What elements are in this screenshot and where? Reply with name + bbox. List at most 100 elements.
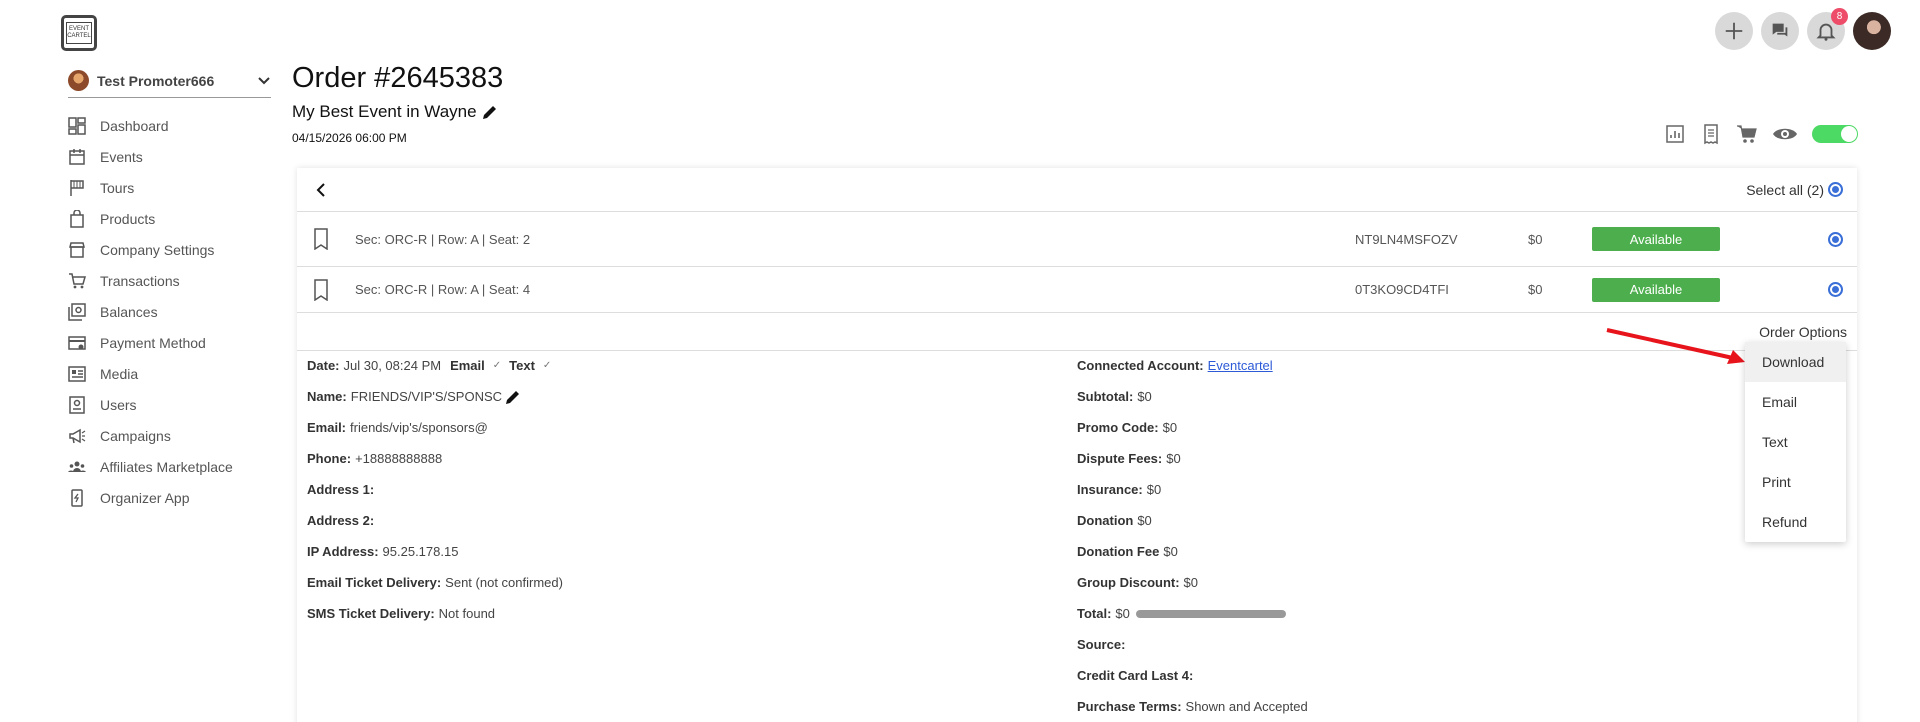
sidebar-item-label: Users [100, 396, 137, 413]
cart-icon [69, 272, 86, 288]
sidebar-item-label: Affiliates Marketplace [100, 458, 233, 475]
promoter-name: Test Promoter666 [97, 72, 215, 89]
select-all-radio[interactable] [1828, 182, 1843, 197]
sidebar-item-events[interactable]: Events [68, 141, 271, 172]
text-resend-link[interactable]: Text [509, 358, 535, 373]
email-row: Email: friends/vip's/sponsors@ [307, 412, 1067, 443]
pencil-icon[interactable] [504, 388, 522, 406]
sidebar-item-products[interactable]: Products [68, 203, 271, 234]
sidebar-item-tours[interactable]: Tours [68, 172, 271, 203]
sidebar-item-label: Tours [100, 179, 135, 196]
sidebar-item-label: Payment Method [100, 334, 206, 351]
logo[interactable]: EVENT CARTEL [61, 15, 97, 51]
total-label: Total: [1077, 606, 1112, 621]
donation-fee-row: Donation Fee $0 [1077, 536, 1677, 567]
group-discount-label: Group Discount: [1077, 575, 1180, 590]
select-all[interactable]: Select all (2) [1746, 182, 1843, 198]
donation-fee-label: Donation Fee [1077, 544, 1160, 559]
notifications-button[interactable]: 8 [1807, 8, 1848, 50]
account-link[interactable]: Eventcartel [1208, 358, 1273, 373]
sms-delivery-row: SMS Ticket Delivery: Not found [307, 598, 1067, 629]
plus-icon [1725, 22, 1743, 40]
sidebar-item-media[interactable]: Media [68, 358, 271, 389]
name-label: Name: [307, 389, 347, 404]
sidebar-item-users[interactable]: Users [68, 389, 271, 420]
total-row: Total: $0 [1077, 598, 1677, 629]
event-name-text: My Best Event in Wayne [292, 102, 477, 121]
subtotal-label: Subtotal: [1077, 389, 1134, 404]
sidebar-item-balances[interactable]: Balances [68, 296, 271, 327]
sidebar-item-label: Products [100, 210, 156, 227]
chevron-down-icon [258, 76, 270, 84]
subtotal-row: Subtotal: $0 [1077, 381, 1677, 412]
sms-delivery-label: SMS Ticket Delivery: [307, 606, 435, 621]
ticket-code: NT9LN4MSFOZV [1355, 231, 1458, 247]
insurance-value: $0 [1146, 482, 1162, 497]
store-icon [69, 241, 85, 258]
phone-label: Phone: [307, 451, 352, 466]
dispute-value: $0 [1166, 451, 1181, 466]
sidebar-item-dashboard[interactable]: Dashboard [68, 110, 271, 141]
flag-icon [70, 179, 84, 196]
source-row: Source: [1077, 629, 1677, 660]
cart-icon[interactable] [1736, 123, 1758, 145]
subtotal-value: $0 [1137, 389, 1152, 404]
megaphone-icon [69, 428, 86, 443]
terms-label: Purchase Terms: [1077, 699, 1182, 714]
promo-row: Promo Code: $0 [1077, 412, 1677, 443]
date-value: Jul 30, 08:24 PM [343, 358, 442, 373]
promoter-selector[interactable]: Test Promoter666 [68, 68, 271, 98]
donation-value: $0 [1137, 513, 1152, 528]
menu-item-refund[interactable]: Refund [1745, 502, 1846, 542]
menu-item-print[interactable]: Print [1745, 462, 1846, 502]
status-badge: Available [1592, 277, 1720, 302]
menu-item-email[interactable]: Email [1745, 382, 1846, 422]
user-icon [69, 395, 85, 414]
pencil-icon[interactable] [481, 103, 499, 121]
sms-delivery-value: Not found [438, 606, 496, 621]
logo-text: EVENT CARTEL [66, 22, 92, 44]
menu-item-text[interactable]: Text [1745, 422, 1846, 462]
ip-row: IP Address: 95.25.178.15 [307, 536, 1067, 567]
date-label: Date: [307, 358, 340, 373]
sidebar: Test Promoter666 Dashboard Events Tours … [68, 68, 271, 513]
email-label: Email: [307, 420, 347, 435]
ticket-price: $0 [1528, 282, 1543, 297]
annotation-arrow [1606, 328, 1745, 364]
ticket-select-radio[interactable] [1828, 282, 1843, 297]
phone-row: Phone: +18888888888 [307, 443, 1067, 474]
sidebar-item-transactions[interactable]: Transactions [68, 265, 271, 296]
sidebar-item-payment-method[interactable]: Payment Method [68, 327, 271, 358]
payment-details: Connected Account: Eventcartel Subtotal:… [1077, 350, 1677, 722]
check-icon: ✓ [542, 360, 552, 371]
redacted-bar [1135, 609, 1286, 618]
media-icon [68, 365, 86, 382]
sidebar-item-organizer-app[interactable]: Organizer App [68, 482, 271, 513]
sidebar-item-label: Balances [100, 303, 158, 320]
report-icon[interactable] [1664, 123, 1686, 145]
sidebar-item-affiliates-marketplace[interactable]: Affiliates Marketplace [68, 451, 271, 482]
account-row: Connected Account: Eventcartel [1077, 350, 1677, 381]
dispute-row: Dispute Fees: $0 [1077, 443, 1677, 474]
ticket-price: $0 [1528, 231, 1543, 247]
notification-badge: 8 [1831, 8, 1848, 25]
receipt-icon[interactable] [1700, 123, 1722, 145]
email-resend-link[interactable]: Email [450, 358, 485, 373]
messages-button[interactable] [1761, 12, 1799, 50]
ticket-select-radio[interactable] [1828, 231, 1843, 247]
ticket-row: Sec: ORC-R | Row: A | Seat: 2 NT9LN4MSFO… [297, 212, 1857, 267]
ticket-seat: Sec: ORC-R | Row: A | Seat: 2 [355, 231, 531, 247]
user-avatar[interactable] [1853, 12, 1891, 50]
name-value: FRIENDS/VIP'S/SPONSC [350, 389, 503, 404]
sidebar-item-campaigns[interactable]: Campaigns [68, 420, 271, 451]
visibility-toggle[interactable] [1812, 125, 1858, 143]
address2-label: Address 2: [307, 513, 375, 528]
menu-item-download[interactable]: Download [1745, 342, 1846, 382]
sidebar-item-company-settings[interactable]: Company Settings [68, 234, 271, 265]
eye-icon[interactable] [1772, 123, 1798, 145]
promoter-avatar [68, 70, 89, 91]
source-label: Source: [1077, 637, 1126, 652]
sidebar-nav: Dashboard Events Tours Products Company … [68, 110, 271, 513]
add-button[interactable] [1715, 12, 1753, 50]
back-arrow-icon[interactable] [311, 180, 331, 200]
